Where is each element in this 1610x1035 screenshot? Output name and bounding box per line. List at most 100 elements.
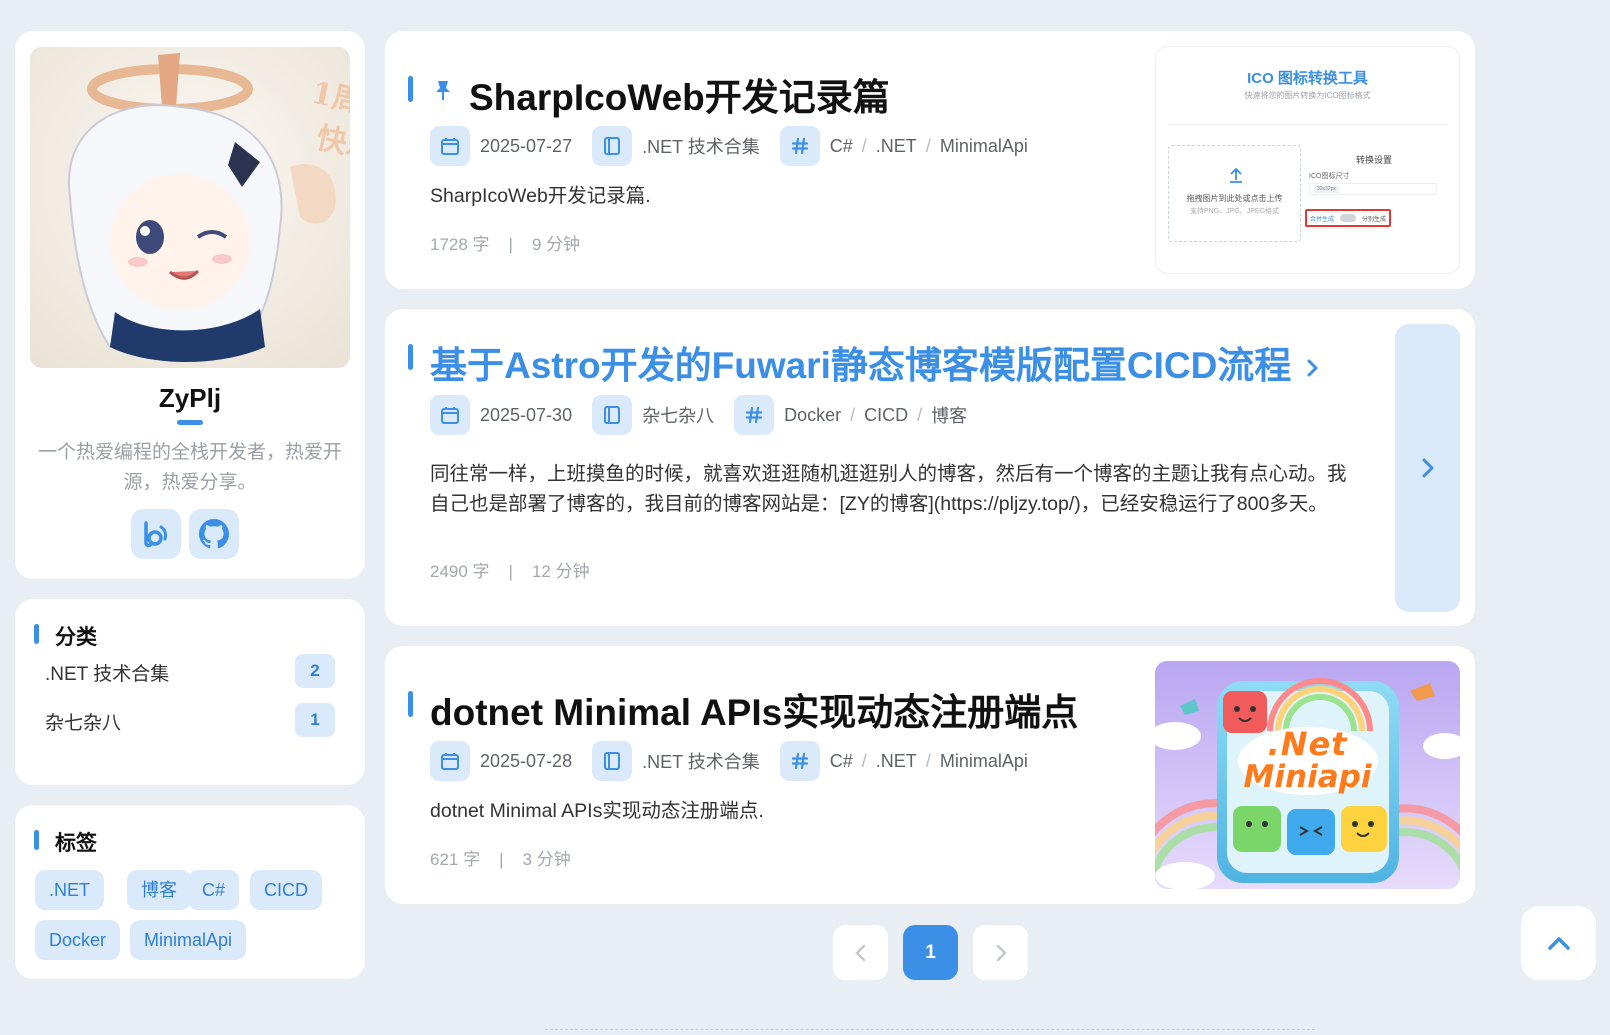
categories-title-bar — [34, 624, 39, 644]
categories-title: 分类 — [55, 626, 97, 649]
post-category[interactable]: .NET 技术合集 — [642, 133, 760, 159]
thumb-line1: .Net — [1267, 725, 1348, 763]
chevron-right-icon — [996, 944, 1007, 961]
thumb-line2: Miniapi — [1243, 759, 1372, 795]
tags-widget: 标签 .NET 博客 C# CICD Docker MinimalApi — [15, 805, 365, 979]
post-date: 2025-07-28 — [480, 750, 573, 771]
tag-chip[interactable]: .NET — [35, 870, 105, 910]
tag-separator: / — [925, 135, 931, 156]
profile-card: 1周年 快乐 ZyPlj 一个热爱编程的全栈开发者，热爱开源，热爱分享。 — [15, 31, 365, 579]
tag-chip[interactable]: MinimalApi — [130, 920, 247, 960]
open-post-button[interactable] — [1395, 324, 1460, 612]
upload-icon — [1230, 167, 1242, 183]
tag-separator: / — [861, 750, 867, 771]
post-tag[interactable]: MinimalApi — [940, 751, 1028, 772]
post-title[interactable]: dotnet Minimal APIs实现动态注册端点 — [430, 682, 1078, 736]
chevron-up-icon — [1547, 937, 1570, 950]
categories-widget: 分类 .NET 技术合集 2 杂七杂八 1 — [15, 599, 365, 785]
tag-chip[interactable]: C# — [188, 870, 240, 910]
post-date: 2025-07-30 — [480, 404, 573, 425]
profile-name: ZyPlj — [158, 383, 222, 413]
post-title[interactable]: SharpIcoWeb开发记录篇 — [469, 67, 890, 121]
post-meta: 2025-07-30 杂七杂八 Docker / CICD / 博客 — [430, 395, 987, 435]
post-category[interactable]: .NET 技术合集 — [642, 748, 760, 774]
post-title-bar — [408, 76, 413, 102]
calendar-icon — [430, 395, 470, 435]
settings-title: 转换设置 — [1356, 155, 1393, 165]
post-stats: 621 字 | 3 分钟 — [430, 850, 571, 869]
footer-divider — [545, 1029, 1315, 1030]
post-tag[interactable]: .NET — [876, 751, 917, 772]
post-date: 2025-07-27 — [480, 135, 573, 156]
tag-separator: / — [917, 404, 923, 425]
prev-page-button[interactable] — [833, 925, 888, 980]
split-label: 分别生成 — [1362, 217, 1387, 223]
hash-icon — [779, 741, 820, 781]
size-select: 32x32px — [1309, 183, 1437, 195]
post-tag[interactable]: 博客 — [931, 402, 967, 428]
page-number-button[interactable]: 1 — [903, 925, 958, 980]
chevron-right-icon — [1422, 458, 1433, 478]
merge-label: 合并生成 — [1310, 217, 1335, 223]
post-tag[interactable]: .NET — [876, 136, 917, 157]
post-tag[interactable]: C# — [830, 751, 853, 772]
next-page-button[interactable] — [973, 925, 1028, 980]
github-link[interactable] — [189, 509, 239, 559]
word-count: 621 字 — [430, 850, 481, 869]
bilibili-icon — [144, 521, 167, 548]
upload-text: 拖拽图片到此处或点击上传 — [1186, 194, 1283, 203]
tag-chip[interactable]: CICD — [250, 870, 322, 910]
tags-title: 标签 — [55, 832, 97, 855]
tag-chip[interactable]: 博客 — [127, 870, 191, 910]
tag-separator: / — [861, 135, 867, 156]
read-time: 12 分钟 — [531, 562, 590, 581]
post-tag[interactable]: Docker — [784, 405, 841, 426]
upload-hint: 支持PNG、JPG、JPEG格式 — [1189, 208, 1280, 215]
avatar[interactable]: 1周年 快乐 — [30, 47, 350, 368]
calendar-icon — [430, 126, 470, 166]
post-stats: 1728 字 | 9 分钟 — [430, 235, 581, 254]
post-tag[interactable]: CICD — [864, 405, 908, 426]
post-card[interactable]: dotnet Minimal APIs实现动态注册端点 2025-07-28 .… — [385, 646, 1475, 904]
word-count: 1728 字 — [430, 235, 490, 254]
tag-separator: / — [925, 750, 931, 771]
tag-separator: / — [850, 404, 856, 425]
read-time: 3 分钟 — [522, 850, 571, 869]
github-icon — [199, 519, 229, 549]
post-title-bar — [408, 344, 413, 370]
tag-chip[interactable]: Docker — [35, 920, 121, 960]
category-label: 杂七杂八 — [45, 713, 122, 734]
pin-icon — [436, 81, 450, 100]
book-icon — [592, 395, 633, 435]
post-card[interactable]: 基于Astro开发的Fuwari静态博客模版配置CICD流程 2025-07-3… — [385, 309, 1475, 626]
chevron-left-icon — [854, 944, 865, 961]
post-title[interactable]: 基于Astro开发的Fuwari静态博客模版配置CICD流程 — [430, 335, 1324, 389]
back-to-top-button[interactable] — [1521, 906, 1596, 980]
word-count: 2490 字 — [430, 562, 490, 581]
post-excerpt: SharpIcoWeb开发记录篇. — [430, 185, 651, 207]
generate-mode-toggle: 合并生成 分别生成 — [1305, 209, 1391, 227]
post-category[interactable]: 杂七杂八 — [642, 402, 714, 428]
category-item[interactable]: .NET 技术合集 2 — [30, 649, 350, 693]
post-thumbnail[interactable]: ICO 图标转换工具 快速将您的图片转换为ICO图标格式 拖拽图片到此处或点击上… — [1155, 46, 1460, 274]
profile-bio: 一个热爱编程的全栈开发者，热爱开源，热爱分享。 — [37, 442, 342, 493]
calendar-icon — [430, 741, 470, 781]
post-tag[interactable]: C# — [830, 136, 853, 157]
book-icon — [592, 126, 633, 166]
post-card[interactable]: SharpIcoWeb开发记录篇 2025-07-27 .NET 技术合集 C#… — [385, 31, 1475, 289]
post-thumbnail[interactable]: .Net Miniapi — [1155, 661, 1460, 889]
post-tag[interactable]: MinimalApi — [940, 136, 1028, 157]
post-title-text: 基于Astro开发的Fuwari静态博客模版配置CICD流程 — [430, 345, 1292, 386]
category-count: 1 — [295, 703, 335, 737]
hash-icon — [734, 395, 775, 435]
post-meta: 2025-07-27 .NET 技术合集 C# / .NET / Minimal… — [430, 126, 1048, 166]
category-item[interactable]: 杂七杂八 1 — [30, 698, 350, 742]
size-chip: 32x32px — [1314, 186, 1339, 193]
avatar-illustration: 1周年 快乐 — [30, 47, 350, 368]
bilibili-link[interactable] — [131, 509, 181, 559]
post-title-bar — [408, 691, 413, 717]
post-excerpt: dotnet Minimal APIs实现动态注册端点. — [430, 800, 764, 822]
toggle-switch — [1340, 214, 1356, 222]
name-underline — [177, 420, 203, 425]
hash-icon — [779, 126, 820, 166]
